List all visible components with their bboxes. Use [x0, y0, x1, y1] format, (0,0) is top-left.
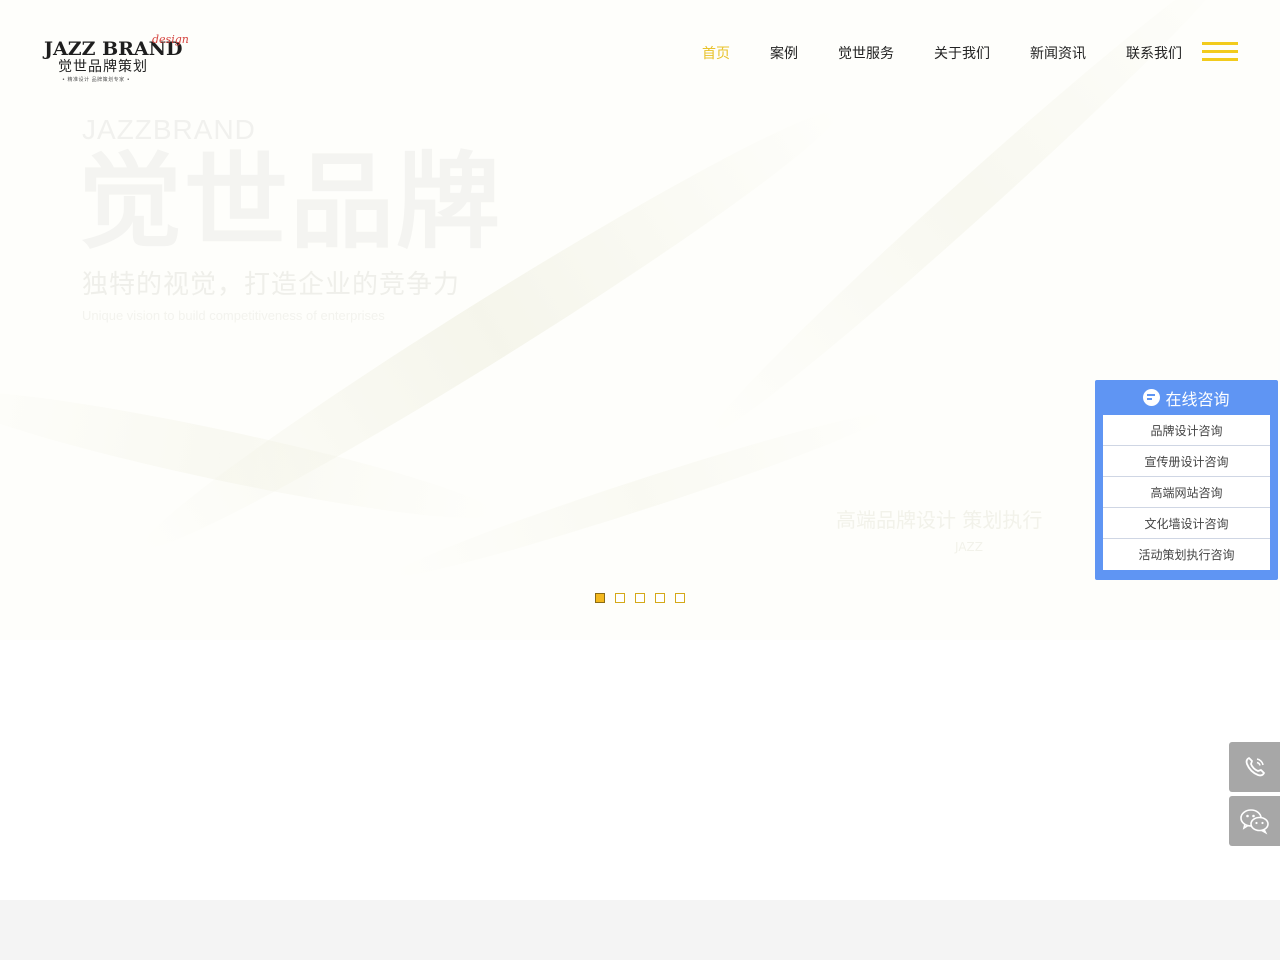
nav-item-home[interactable]: 首页 [702, 44, 730, 64]
slider-pagination [595, 593, 695, 603]
nav-item-contact[interactable]: 联系我们 [1126, 44, 1182, 64]
hero-brand-en: JAZZBRAND [82, 114, 256, 145]
consult-item-culture-wall[interactable]: 文化墙设计咨询 [1103, 508, 1270, 539]
consult-item-brochure[interactable]: 宣传册设计咨询 [1103, 446, 1270, 477]
hamburger-line [1202, 50, 1238, 53]
slider-dot-3[interactable] [635, 593, 645, 603]
chat-bubble-icon [1143, 389, 1161, 406]
consult-header[interactable]: 在线咨询 [1103, 380, 1270, 415]
logo-text-design: design [152, 33, 189, 46]
slider-dot-1[interactable] [595, 593, 605, 603]
logo-tagline: • 精准设计 品牌策划专家 • [62, 77, 131, 83]
consult-item-event[interactable]: 活动策划执行咨询 [1103, 539, 1270, 570]
phone-button[interactable] [1229, 742, 1280, 792]
wechat-button[interactable] [1229, 796, 1280, 846]
nav-item-news[interactable]: 新闻资讯 [1030, 44, 1086, 64]
hero-subtitle-en: Unique vision to build competitiveness o… [82, 308, 385, 323]
slider-dot-2[interactable] [615, 593, 625, 603]
slider-dot-5[interactable] [675, 593, 685, 603]
phone-icon [1245, 757, 1265, 777]
site-header: JAZZ BRAND design 觉世品牌策划 • 精准设计 品牌策划专家 •… [0, 0, 1280, 100]
logo[interactable]: JAZZ BRAND design 觉世品牌策划 • 精准设计 品牌策划专家 • [44, 34, 189, 88]
footer-band [0, 900, 1280, 960]
hero-subtitle: 独特的视觉，打造企业的竞争力 [82, 270, 461, 300]
wechat-icon [1239, 809, 1269, 835]
hero-side-caption-small: JAZZ [955, 540, 983, 554]
online-consult-panel: 在线咨询 品牌设计咨询 宣传册设计咨询 高端网站咨询 文化墙设计咨询 活动策划执… [1095, 380, 1278, 580]
hamburger-line [1202, 58, 1238, 61]
page: JAZZBRAND 觉世品牌 独特的视觉，打造企业的竞争力 Unique vis… [0, 0, 1280, 960]
hero-side-caption: 高端品牌设计 策划执行 [836, 508, 1043, 532]
logo-text-cn: 觉世品牌策划 [58, 59, 148, 75]
consult-title: 在线咨询 [1165, 389, 1230, 409]
nav-item-cases[interactable]: 案例 [770, 44, 798, 64]
slider-dot-4[interactable] [655, 593, 665, 603]
hamburger-icon[interactable] [1202, 42, 1238, 62]
hero-brand-title: 觉世品牌 [78, 141, 503, 263]
consult-item-website[interactable]: 高端网站咨询 [1103, 477, 1270, 508]
nav-item-services[interactable]: 觉世服务 [838, 44, 894, 64]
consult-item-brand[interactable]: 品牌设计咨询 [1103, 415, 1270, 446]
hamburger-line [1202, 42, 1238, 45]
nav-item-about[interactable]: 关于我们 [934, 44, 990, 64]
main-nav: 首页 案例 觉世服务 关于我们 新闻资讯 联系我们 [682, 44, 1222, 64]
